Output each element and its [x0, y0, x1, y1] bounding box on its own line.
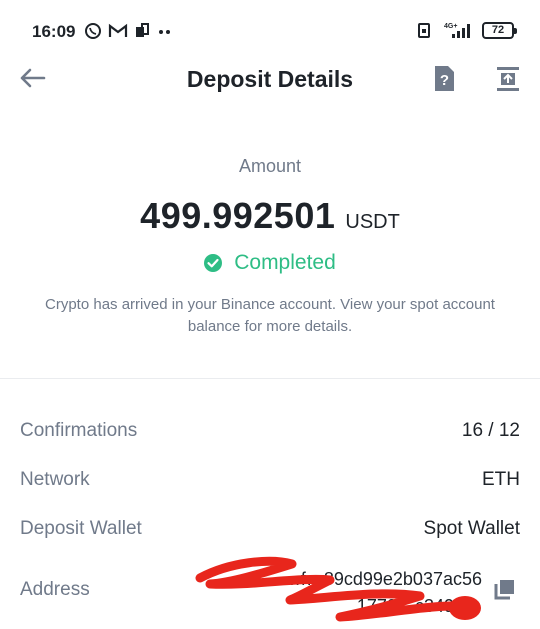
- svg-text:?: ?: [440, 72, 449, 89]
- export-button[interactable]: [494, 64, 524, 94]
- status-time: 16:09: [32, 22, 76, 41]
- help-document-icon: ?: [435, 66, 454, 91]
- signal-icon: 4G+: [444, 23, 470, 38]
- gmail-icon: [108, 23, 128, 37]
- deposit-info-text: Crypto has arrived in your Binance accou…: [45, 296, 495, 335]
- amount-label: Amount: [238, 156, 302, 176]
- detail-row-confirmations: Confirmations 16 / 12: [20, 416, 520, 446]
- notification-icons: [84, 22, 174, 40]
- detail-label: Deposit Wallet: [20, 518, 142, 539]
- detail-value: Spot Wallet: [423, 518, 520, 539]
- app-header: Deposit Details ?: [0, 50, 540, 110]
- copy-icon: [494, 580, 514, 600]
- app-notification-icon: [136, 23, 149, 37]
- amount-value: 499.992501: [140, 195, 336, 236]
- status-text: Completed: [234, 251, 336, 274]
- svg-text:4G+: 4G+: [444, 23, 457, 30]
- battery-level: 72: [491, 24, 505, 36]
- detail-label: Confirmations: [20, 420, 138, 441]
- detail-row-network: Network ETH: [20, 465, 520, 495]
- address-value: …f…89cd99e2b037ac56 1779…c3491…: [196, 566, 482, 620]
- more-notifications-icon: [159, 30, 170, 34]
- copy-address-button[interactable]: [494, 578, 518, 602]
- address-label: Address: [20, 579, 90, 600]
- detail-label: Network: [20, 469, 90, 490]
- detail-value: ETH: [482, 469, 520, 490]
- export-icon: [497, 67, 519, 91]
- vibrate-icon: [418, 23, 430, 38]
- amount-display: 499.992501 USDT: [0, 195, 540, 237]
- address-line-1: …f…89cd99e2b037ac56: [282, 569, 482, 589]
- address-line-2: 1779…c3491…: [356, 596, 482, 616]
- section-divider: [0, 378, 540, 379]
- battery-icon: 72: [482, 21, 517, 39]
- detail-value: 16 / 12: [461, 420, 520, 441]
- whatsapp-icon: [85, 23, 101, 39]
- status-indicator: Completed: [0, 251, 540, 275]
- amount-unit: USDT: [345, 211, 400, 233]
- detail-row-deposit-wallet: Deposit Wallet Spot Wallet: [20, 514, 520, 544]
- help-button[interactable]: ?: [430, 64, 460, 94]
- check-circle-icon: [204, 254, 223, 272]
- system-indicators: 4G+ 72: [416, 20, 517, 40]
